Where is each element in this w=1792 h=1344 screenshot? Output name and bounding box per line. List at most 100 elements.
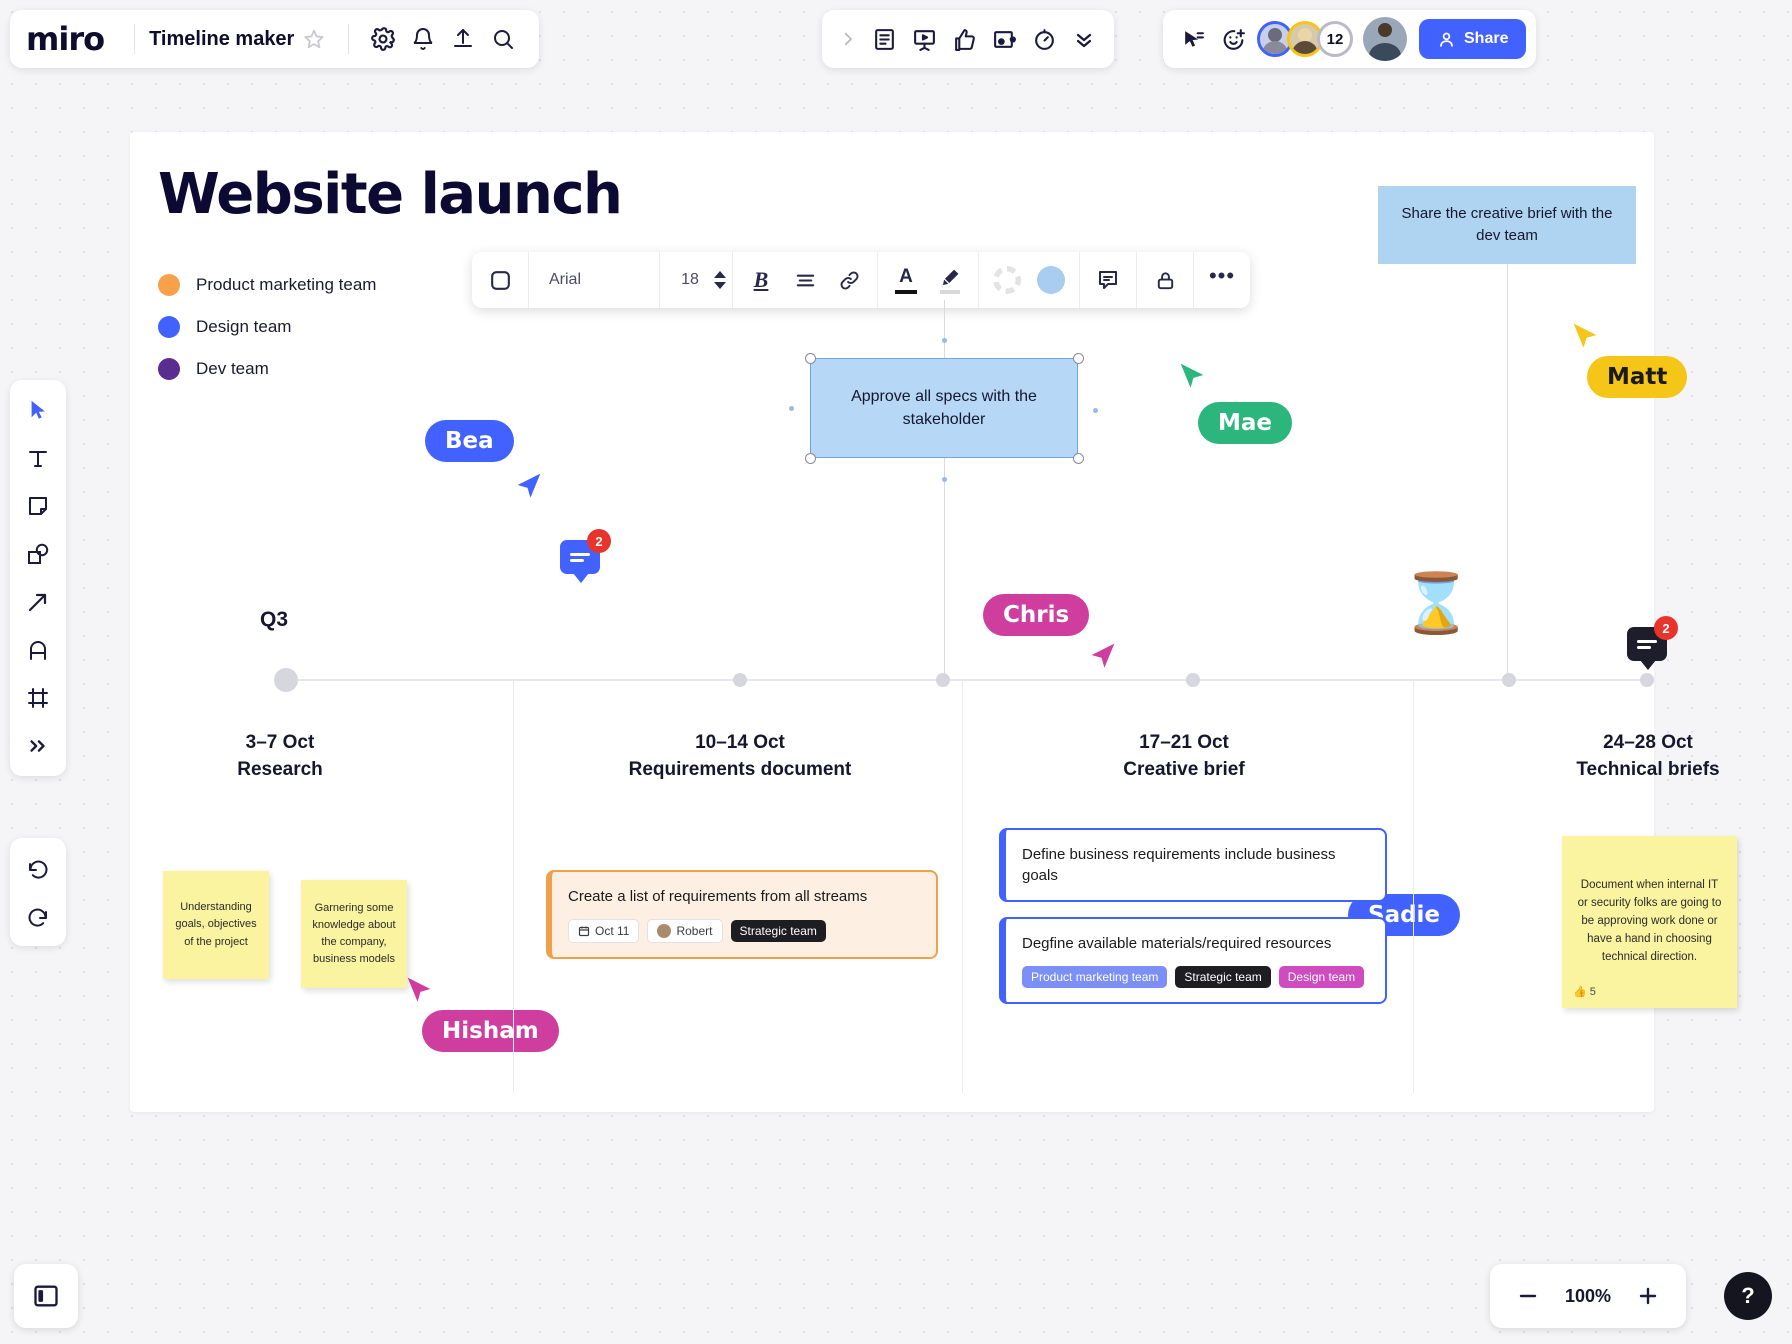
card-define-materials[interactable]: Degfine available materials/required res… [999, 917, 1387, 1004]
help-button[interactable]: ? [1724, 1272, 1772, 1320]
sticky-note-research-2[interactable]: Garnering some knowledge about the compa… [301, 880, 407, 988]
chip-team[interactable]: Strategic team [731, 920, 826, 942]
timeline-node[interactable] [733, 673, 747, 687]
comment-icon[interactable] [1086, 258, 1130, 302]
font-size-input[interactable]: 18 [666, 271, 714, 289]
midpoint-top[interactable] [942, 338, 947, 343]
undo-icon[interactable] [18, 848, 58, 888]
quarter-label: Q3 [260, 608, 288, 632]
midpoint-bottom[interactable] [942, 477, 947, 482]
link-icon[interactable] [827, 258, 871, 302]
sticky-note-tool[interactable] [18, 486, 58, 526]
connector-line [1507, 264, 1508, 680]
resize-handle-bl[interactable] [805, 453, 816, 464]
panel-toggle-button[interactable] [14, 1264, 78, 1328]
pen-icon[interactable] [18, 630, 58, 670]
comment-lines-icon [1637, 637, 1657, 652]
text-color-label: A [899, 266, 913, 288]
comment-bubble[interactable]: 2 [1627, 627, 1667, 661]
presentation-icon[interactable] [904, 19, 944, 59]
more-options-button[interactable]: ••• [1200, 258, 1244, 302]
hourglass-icon[interactable]: ⌛ [1400, 570, 1472, 638]
font-size-stepper[interactable] [714, 271, 726, 289]
text-tool[interactable] [18, 438, 58, 478]
timeline-node[interactable] [1502, 673, 1516, 687]
border-color-button[interactable] [985, 258, 1029, 302]
cursor-pointer-matt [1568, 318, 1602, 352]
fill-group [979, 252, 1080, 308]
zoom-level[interactable]: 100% [1556, 1286, 1620, 1307]
cursor-chat-icon[interactable] [1173, 19, 1213, 59]
zoom-out-button[interactable] [1506, 1274, 1550, 1318]
bell-icon[interactable] [403, 19, 443, 59]
shape-icon[interactable] [478, 258, 522, 302]
bold-button[interactable]: B [739, 258, 783, 302]
chip-product-marketing-team[interactable]: Product marketing team [1022, 966, 1167, 988]
shapes-icon[interactable] [18, 534, 58, 574]
timeline-node[interactable] [1640, 673, 1654, 687]
thumbs-up-icon[interactable] [944, 19, 984, 59]
redo-icon[interactable] [18, 896, 58, 936]
legend-label: Product marketing team [196, 275, 376, 295]
phase-header-research: 3–7 Oct Research [160, 730, 400, 783]
sticky-note-creative-brief[interactable]: Share the creative brief with the dev te… [1378, 186, 1636, 264]
highlight-pen-icon[interactable] [928, 258, 972, 302]
fill-color-button[interactable] [1029, 258, 1073, 302]
page-title[interactable]: Website launch [158, 162, 621, 227]
more-tools-icon[interactable] [18, 726, 58, 766]
frame-icon[interactable] [984, 19, 1024, 59]
sticky-reaction[interactable]: 👍 5 [1573, 985, 1596, 998]
collaborator-count[interactable]: 12 [1317, 21, 1353, 57]
shape-approve-specs[interactable]: Approve all specs with the stakeholder [810, 358, 1078, 458]
emoji-plus-icon[interactable] [1213, 19, 1253, 59]
timeline-node[interactable] [936, 673, 950, 687]
document-icon[interactable] [864, 19, 904, 59]
align-icon[interactable] [783, 258, 827, 302]
comment-count-badge: 2 [587, 529, 611, 553]
zoom-in-button[interactable] [1626, 1274, 1670, 1318]
sticky-note-research-1[interactable]: Understanding goals, objectives of the p… [163, 871, 269, 979]
lock-icon[interactable] [1143, 258, 1187, 302]
midpoint-right[interactable] [1093, 408, 1098, 413]
star-icon[interactable] [294, 19, 334, 59]
current-user-avatar[interactable] [1363, 17, 1407, 61]
search-icon[interactable] [483, 19, 523, 59]
resize-handle-br[interactable] [1073, 453, 1084, 464]
chip-strategic-team[interactable]: Strategic team [1175, 966, 1270, 988]
reaction-icon: 👍 [1573, 985, 1587, 998]
cursor-pointer-mae [1175, 358, 1209, 392]
arrow-icon[interactable] [18, 582, 58, 622]
chevrons-down-icon[interactable] [1064, 19, 1104, 59]
frame-tool[interactable] [18, 678, 58, 718]
legend-color-dot [158, 274, 180, 296]
share-button[interactable]: Share [1419, 19, 1526, 59]
upload-icon[interactable] [443, 19, 483, 59]
resize-handle-tr[interactable] [1073, 353, 1084, 364]
font-family-select[interactable]: Arial [535, 271, 653, 289]
timer-icon[interactable] [1024, 19, 1064, 59]
chip-assignee[interactable]: Robert [647, 919, 722, 943]
legend: Product marketing team Design team Dev t… [158, 274, 376, 380]
avatar-icon [657, 924, 671, 938]
chip-design-team[interactable]: Design team [1279, 966, 1364, 988]
select-tool[interactable] [18, 390, 58, 430]
sticky-note-technical[interactable]: Document when internal IT or security fo… [1562, 836, 1737, 1008]
chevron-right-icon[interactable] [832, 19, 864, 59]
timeline-node[interactable] [274, 668, 298, 692]
collaborator-avatars[interactable]: 12 [1263, 21, 1353, 57]
midpoint-left[interactable] [789, 406, 794, 411]
miro-logo[interactable]: miro [26, 20, 120, 58]
comment-bubble[interactable]: 2 [560, 540, 600, 574]
share-label: Share [1464, 30, 1508, 48]
format-toolbar: Arial 18 B A [472, 252, 1250, 308]
gear-icon[interactable] [363, 19, 403, 59]
resize-handle-tl[interactable] [805, 353, 816, 364]
timeline-node[interactable] [1186, 673, 1200, 687]
card-define-business-requirements[interactable]: Define business requirements include bus… [999, 828, 1387, 902]
document-title[interactable]: Timeline maker [149, 28, 294, 51]
text-color-swatch [895, 290, 917, 294]
chip-date[interactable]: Oct 11 [568, 919, 639, 943]
phase-divider [513, 679, 514, 1093]
text-color-button[interactable]: A [884, 258, 928, 302]
card-create-requirements[interactable]: Create a list of requirements from all s… [546, 870, 938, 959]
